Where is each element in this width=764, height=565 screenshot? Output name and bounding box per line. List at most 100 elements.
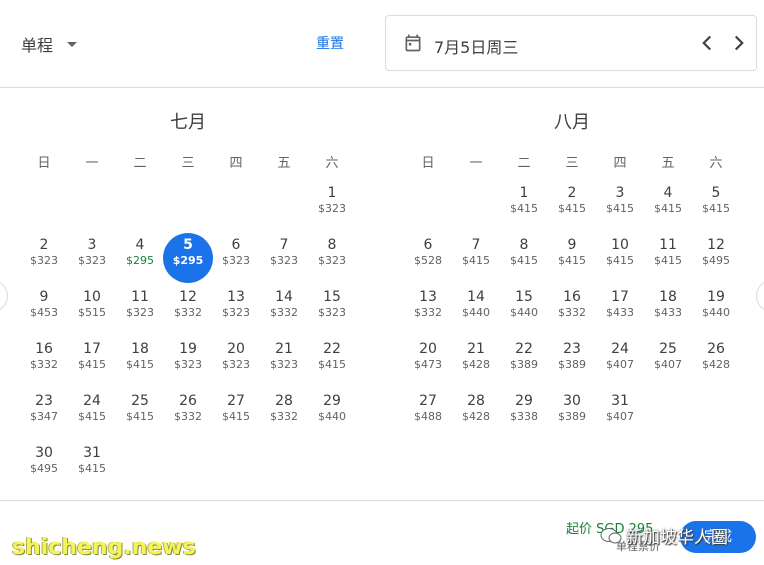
scroll-left-handle[interactable] (0, 280, 8, 312)
day-cell[interactable]: 5 $415 (692, 180, 740, 232)
day-cell[interactable]: 1 $323 (308, 180, 356, 232)
day-cell[interactable]: 13 $323 (212, 284, 260, 336)
day-cell[interactable]: 12 $332 (164, 284, 212, 336)
empty-cell (404, 180, 452, 232)
day-number: 22 (323, 341, 341, 357)
day-price: $407 (606, 358, 634, 371)
weekday-label: 一 (469, 155, 483, 171)
day-cell[interactable]: 31 $415 (68, 440, 116, 492)
day-cell[interactable]: 7 $323 (260, 232, 308, 284)
day-price: $323 (222, 306, 250, 319)
day-price: $415 (78, 358, 106, 371)
day-number: 23 (563, 341, 581, 357)
day-cell[interactable]: 27 $488 (404, 388, 452, 440)
day-number: 19 (707, 289, 725, 305)
day-cell[interactable]: 3 $323 (68, 232, 116, 284)
day-number: 18 (131, 341, 149, 357)
day-cell[interactable]: 8 $415 (500, 232, 548, 284)
day-number: 27 (419, 393, 437, 409)
day-cell[interactable]: 11 $415 (644, 232, 692, 284)
day-number: 26 (707, 341, 725, 357)
reset-button[interactable]: 重置 (316, 33, 344, 53)
empty-cell (164, 180, 212, 232)
day-cell[interactable]: 30 $389 (548, 388, 596, 440)
day-cell[interactable]: 21 $323 (260, 336, 308, 388)
day-price: $347 (30, 410, 58, 423)
month-title: 八月 (554, 112, 590, 133)
day-number: 19 (179, 341, 197, 357)
day-price: $332 (270, 306, 298, 319)
day-cell[interactable]: 23 $347 (20, 388, 68, 440)
day-cell[interactable]: 6 $528 (404, 232, 452, 284)
day-cell[interactable]: 8 $323 (308, 232, 356, 284)
day-cell[interactable]: 20 $473 (404, 336, 452, 388)
day-cell[interactable]: 13 $332 (404, 284, 452, 336)
day-cell[interactable]: 26 $428 (692, 336, 740, 388)
day-cell[interactable]: 24 $407 (596, 336, 644, 388)
day-cell[interactable]: 19 $440 (692, 284, 740, 336)
day-cell[interactable]: 24 $415 (68, 388, 116, 440)
day-cell[interactable]: 30 $495 (20, 440, 68, 492)
day-cell[interactable]: 6 $323 (212, 232, 260, 284)
day-cell[interactable]: 25 $415 (116, 388, 164, 440)
day-number: 11 (659, 237, 677, 253)
day-cell[interactable]: 1 $415 (500, 180, 548, 232)
day-number: 5 (711, 185, 721, 201)
day-cell[interactable]: 20 $323 (212, 336, 260, 388)
day-cell[interactable]: 4 $415 (644, 180, 692, 232)
day-cell[interactable]: 11 $323 (116, 284, 164, 336)
day-cell[interactable]: 4 $295 (116, 232, 164, 284)
day-cell[interactable]: 7 $415 (452, 232, 500, 284)
day-cell[interactable]: 26 $332 (164, 388, 212, 440)
departure-date-field[interactable]: 7月5日周三 (385, 15, 757, 71)
day-cell[interactable]: 15 $440 (500, 284, 548, 336)
day-cell[interactable]: 29 $338 (500, 388, 548, 440)
day-cell[interactable]: 18 $433 (644, 284, 692, 336)
day-cell[interactable]: 14 $440 (452, 284, 500, 336)
day-price: $323 (318, 202, 346, 215)
day-cell[interactable]: 17 $433 (596, 284, 644, 336)
day-cell[interactable]: 18 $415 (116, 336, 164, 388)
weekday-label: 日 (37, 155, 51, 171)
day-cell[interactable]: 2 $323 (20, 232, 68, 284)
day-cell-selected[interactable]: 5 $295 (163, 232, 213, 284)
day-number: 21 (275, 341, 293, 357)
day-cell[interactable]: 19 $323 (164, 336, 212, 388)
day-number: 12 (179, 289, 197, 305)
day-cell[interactable]: 25 $407 (644, 336, 692, 388)
day-cell[interactable]: 3 $415 (596, 180, 644, 232)
day-cell[interactable]: 10 $515 (68, 284, 116, 336)
day-price: $415 (558, 254, 586, 267)
scroll-right-handle[interactable] (756, 280, 764, 312)
day-number: 7 (471, 237, 481, 253)
chevron-left-icon[interactable] (694, 30, 720, 56)
day-cell[interactable]: 28 $332 (260, 388, 308, 440)
day-cell[interactable]: 14 $332 (260, 284, 308, 336)
day-cell[interactable]: 9 $453 (20, 284, 68, 336)
day-cell[interactable]: 22 $415 (308, 336, 356, 388)
day-cell[interactable]: 9 $415 (548, 232, 596, 284)
day-cell[interactable]: 15 $323 (308, 284, 356, 336)
day-cell[interactable]: 29 $440 (308, 388, 356, 440)
day-cell[interactable]: 22 $389 (500, 336, 548, 388)
weekday-label: 四 (613, 155, 627, 171)
trip-type-dropdown[interactable]: 单程 (21, 32, 78, 56)
weekday-label: 二 (517, 155, 531, 171)
chevron-right-icon[interactable] (726, 30, 752, 56)
day-cell[interactable]: 27 $415 (212, 388, 260, 440)
day-number: 6 (423, 237, 433, 253)
day-cell[interactable]: 17 $415 (68, 336, 116, 388)
weekday-label: 一 (85, 155, 99, 171)
day-cell[interactable]: 31 $407 (596, 388, 644, 440)
day-cell[interactable]: 10 $415 (596, 232, 644, 284)
day-cell[interactable]: 16 $332 (548, 284, 596, 336)
day-cell[interactable]: 28 $428 (452, 388, 500, 440)
day-cell[interactable]: 12 $495 (692, 232, 740, 284)
day-cell[interactable]: 2 $415 (548, 180, 596, 232)
day-number: 21 (467, 341, 485, 357)
empty-cell (212, 180, 260, 232)
day-cell[interactable]: 16 $332 (20, 336, 68, 388)
day-grid: 1 $323 2 $323 3 $323 4 $295 5 $295 6 $323 7 $323 8 $323… (20, 180, 356, 492)
day-cell[interactable]: 21 $428 (452, 336, 500, 388)
day-cell[interactable]: 23 $389 (548, 336, 596, 388)
